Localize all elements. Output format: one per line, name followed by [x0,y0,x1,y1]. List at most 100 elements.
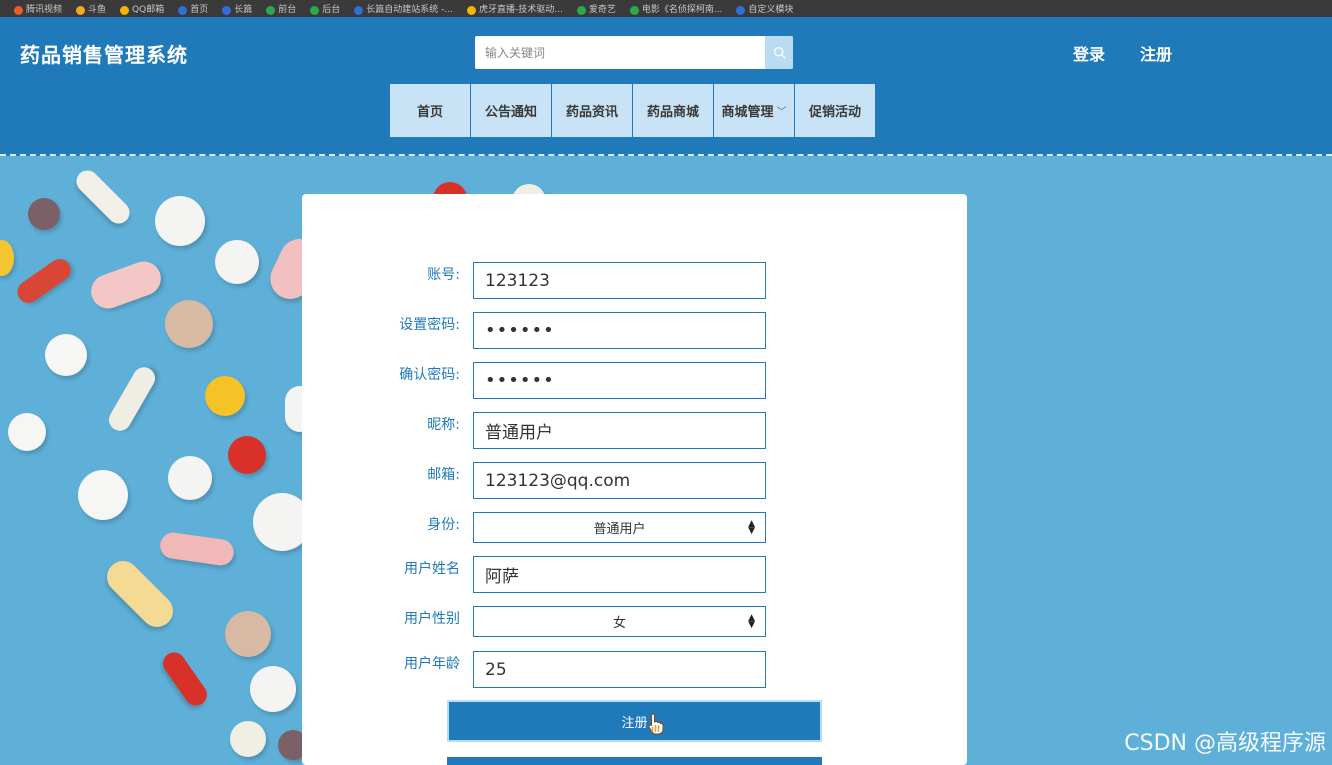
pill [71,165,135,229]
pill [13,254,75,308]
name-input[interactable] [473,556,766,593]
pill [228,436,266,474]
pill [225,611,271,657]
register-submit-label: 注册 [621,715,648,731]
email-label: 邮箱: [427,467,460,483]
role-select-value: 普通用户 [593,522,646,537]
bookmark-label: 前台 [278,5,297,15]
role-select[interactable]: 普通用户 ▲ ▼ [473,512,766,543]
form-row-account: 账号: [302,262,967,299]
bookmark-favicon-icon [120,6,130,15]
pill [250,666,296,712]
pill [215,240,259,284]
form-row-email: 邮箱: [302,462,967,499]
hand-cursor-icon [648,713,664,735]
bookmark-item[interactable]: 长篇自动建站系统 -... [354,2,453,17]
chevron-down-icon: ﹀ [776,107,787,118]
bookmark-label: QQ邮箱 [132,5,165,15]
login-link[interactable]: 登录 [1073,41,1105,65]
bookmark-item[interactable]: 爱奇艺 [576,2,616,17]
nav-label: 公告通知 [484,105,537,120]
account-label: 账号: [427,267,460,283]
pill [78,470,128,520]
bookmark-item[interactable]: 自定义模块 [736,2,793,17]
age-input[interactable] [473,651,766,688]
gender-select[interactable]: 女 ▲ ▼ [473,606,766,637]
nav-label: 首页 [416,105,443,120]
bookmark-favicon-icon [76,6,86,15]
pill [28,198,60,230]
register-link[interactable]: 注册 [1140,41,1172,65]
bookmark-item[interactable]: 虎牙直播-技术驱动... [466,2,563,17]
pill [0,240,14,276]
csdn-watermark: CSDN @高级程序源 [1124,731,1326,756]
bookmark-favicon-icon [736,6,746,15]
pill [45,334,87,376]
pill [168,456,212,500]
bookmark-item[interactable]: 斗鱼 [76,2,106,17]
bookmark-favicon-icon [14,6,23,15]
pill [8,413,46,451]
secondary-button[interactable] [447,757,822,765]
bookmark-label: 虎牙直播-技术驱动... [478,5,563,15]
pills-background-image [0,158,310,765]
age-label: 用户年龄 [404,656,460,672]
password-input[interactable] [473,312,766,349]
confirm-password-label: 确认密码: [399,367,460,383]
search-input[interactable] [475,36,765,69]
nav-item-drug-news[interactable]: 药品资讯 [552,84,632,137]
bookmark-item[interactable]: 后台 [310,2,340,17]
pill [165,300,213,348]
bookmark-label: 爱奇艺 [588,5,616,15]
email-input[interactable] [473,462,766,499]
pill [158,530,236,568]
account-input[interactable] [473,262,766,299]
search-button[interactable] [765,36,793,69]
bookmark-label: 斗鱼 [88,5,107,15]
browser-bookmarks-bar: 腾讯视频 斗鱼 QQ邮箱 首页 长篇 前台 后台 长篇自动建站系统 -... 虎牙直播-技术驱动… [0,0,1332,17]
nav-label: 促销活动 [808,105,861,120]
main-nav: 首页 公告通知 药品资讯 药品商城 商城管理 ﹀ 促销活动 [390,84,876,137]
pill [205,376,245,416]
pill [104,363,160,435]
bookmark-favicon-icon [629,6,639,15]
bookmark-item[interactable]: 首页 [178,2,208,17]
bookmark-item[interactable]: 长篇 [222,2,252,17]
confirm-password-input[interactable] [473,362,766,399]
nav-label: 药品商城 [646,105,699,120]
search-box [475,36,793,69]
nav-item-drug-mall[interactable]: 药品商城 [633,84,713,137]
bookmark-favicon-icon [466,6,476,15]
select-arrows-icon: ▲ ▼ [748,519,755,536]
bookmark-label: 自定义模块 [748,5,794,15]
bookmark-item[interactable]: QQ邮箱 [120,2,164,17]
nickname-label: 昵称: [427,417,460,433]
pill [155,196,205,246]
nickname-input[interactable] [473,412,766,449]
bookmark-favicon-icon [576,6,586,15]
nav-item-promotions[interactable]: 促销活动 [795,84,875,137]
register-submit-button[interactable]: 注册 [447,700,822,742]
pill [158,648,212,710]
site-header: 药品销售管理系统 登录 注册 首页 公告通知 药品资讯 药品商城 商城管理﹀ 促… [0,17,1332,156]
nav-item-notices[interactable]: 公告通知 [471,84,551,137]
bookmark-favicon-icon [310,6,320,15]
search-icon [773,46,786,59]
form-row-age: 用户年龄 [302,651,967,688]
bookmark-favicon-icon [266,6,276,15]
bookmark-item[interactable]: 腾讯视频 [14,2,62,17]
bookmark-label: 电影《名侦探柯南... [641,5,723,15]
bookmark-item[interactable]: 前台 [266,2,296,17]
bookmark-label: 长篇自动建站系统 -... [366,5,453,15]
bookmark-favicon-icon [222,6,232,15]
form-row-nickname: 昵称: [302,412,967,449]
bookmark-label: 后台 [322,5,341,15]
form-row-role: 身份: 普通用户 ▲ ▼ [302,512,967,543]
pill [230,721,266,757]
bookmark-item[interactable]: 电影《名侦探柯南... [629,2,723,17]
nav-item-mall-management[interactable]: 商城管理 ﹀ [714,84,794,137]
bookmark-favicon-icon [178,6,188,15]
password-label: 设置密码: [399,317,460,333]
form-row-confirm-password: 确认密码: [302,362,967,399]
nav-item-home[interactable]: 首页 [390,84,470,137]
